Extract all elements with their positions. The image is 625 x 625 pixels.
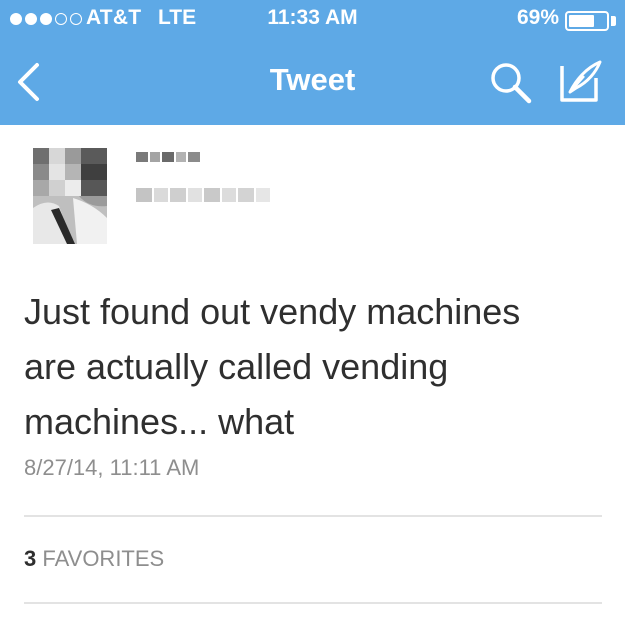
author-name-blurred[interactable] — [136, 152, 200, 162]
header: AT&T LTE 11:33 AM 69% Tweet — [0, 0, 625, 125]
favorites-count-link[interactable]: 3 FAVORITES — [24, 546, 164, 572]
battery-icon — [565, 11, 609, 31]
battery-level — [569, 15, 594, 27]
status-bar: AT&T LTE 11:33 AM 69% — [0, 0, 625, 40]
tweet-text-line: machines... what — [24, 401, 295, 442]
blurred-avatar-image — [33, 148, 107, 244]
tweet-text-line: are actually called vending — [24, 346, 449, 387]
search-icon — [491, 63, 532, 104]
tweet-text: Just found out vendy machines are actual… — [24, 284, 604, 449]
nav-bar: Tweet — [0, 40, 625, 125]
favorites-label: FAVORITES — [42, 546, 165, 571]
battery-cap — [611, 16, 616, 26]
compose-icon — [560, 60, 602, 102]
compose-button[interactable] — [554, 58, 606, 106]
battery-percent: 69% — [516, 6, 559, 29]
divider — [24, 515, 602, 517]
tweet-text-line: Just found out vendy machines — [24, 291, 521, 332]
tweet-timestamp: 8/27/14, 11:11 AM — [24, 455, 200, 480]
divider — [24, 602, 602, 604]
favorites-count: 3 — [24, 546, 37, 571]
author-handle-blurred[interactable] — [136, 188, 270, 202]
avatar[interactable] — [33, 148, 107, 244]
search-button[interactable] — [488, 60, 534, 106]
